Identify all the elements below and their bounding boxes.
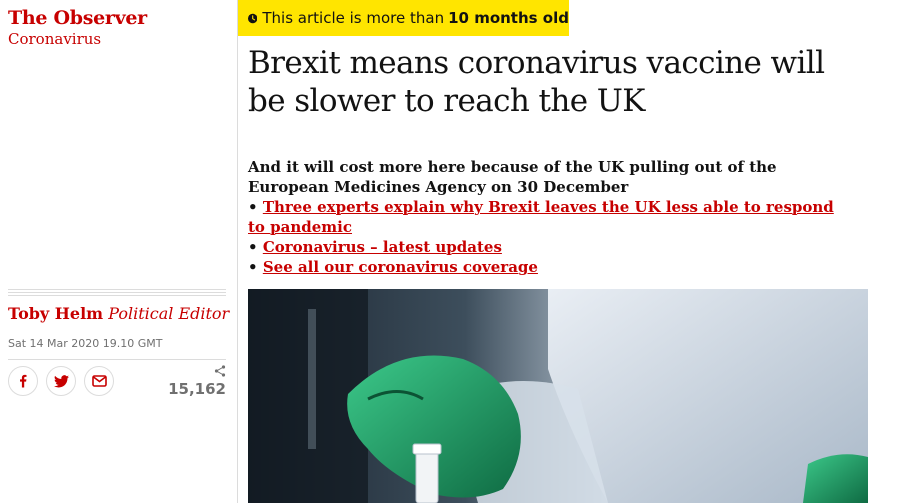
series-link[interactable]: Coronavirus (8, 30, 101, 48)
section-pillar-link[interactable]: The Observer (8, 7, 147, 29)
standfirst-bullet-item: • Three experts explain why Brexit leave… (248, 198, 834, 236)
share-count: 15,162 (168, 380, 226, 398)
left-meta-column: The Observer Coronavirus Toby Helm Polit… (0, 0, 237, 503)
share-email-button[interactable] (84, 366, 114, 396)
article-age-warning: This article is more than 10 months old (238, 0, 569, 36)
age-warning-duration: 10 months old (448, 9, 569, 27)
author-link[interactable]: Toby Helm (8, 304, 103, 323)
meta-separator (8, 359, 226, 360)
related-link-live-updates[interactable]: Coronavirus – latest updates (263, 238, 502, 256)
standfirst-bullet-item: • See all our coronavirus coverage (248, 258, 538, 276)
share-icon (214, 365, 226, 377)
meta-divider (8, 289, 226, 297)
publish-date: Sat 14 Mar 2020 19.10 GMT (8, 337, 163, 350)
clock-icon (248, 13, 258, 23)
lab-worker-illustration (248, 289, 868, 503)
related-link-experts[interactable]: Three experts explain why Brexit leaves … (248, 198, 834, 236)
author-role: Political Editor (108, 304, 230, 323)
twitter-icon (53, 374, 69, 387)
related-link-coverage[interactable]: See all our coronavirus coverage (263, 258, 538, 276)
byline: Toby Helm Political Editor (8, 304, 229, 323)
headline: Brexit means coronavirus vaccine will be… (248, 45, 825, 119)
standfirst-text: And it will cost more here because of th… (248, 158, 777, 196)
standfirst-bullet-item: • Coronavirus – latest updates (248, 238, 502, 256)
age-warning-text: This article is more than (262, 9, 445, 27)
email-icon (91, 375, 107, 387)
column-divider (237, 0, 238, 503)
share-twitter-button[interactable] (46, 366, 76, 396)
facebook-icon (20, 374, 27, 388)
main-article-image (248, 289, 868, 503)
standfirst: And it will cost more here because of th… (248, 157, 848, 277)
share-facebook-button[interactable] (8, 366, 38, 396)
